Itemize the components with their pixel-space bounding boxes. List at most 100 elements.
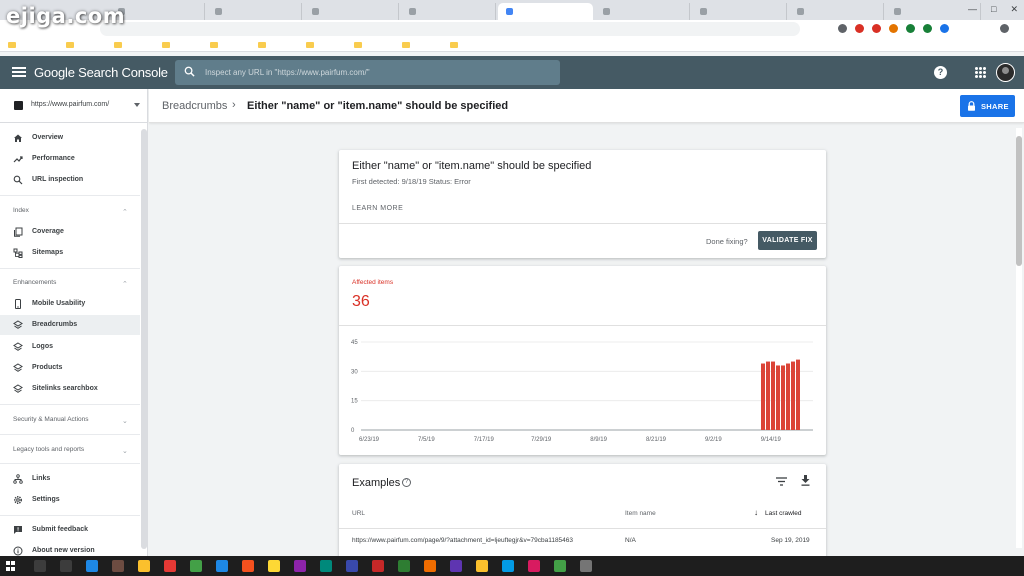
- browser-address-bar[interactable]: [100, 22, 800, 36]
- section-legacy-tools[interactable]: Legacy tools and reports ⌄: [0, 441, 140, 459]
- bookmark-folder[interactable]: [450, 41, 458, 48]
- windows-start-icon[interactable]: [6, 561, 16, 571]
- table-cell-url[interactable]: https://www.pairfum.com/page/9/?attachme…: [352, 537, 573, 544]
- sidebar-item-sitemaps[interactable]: Sitemaps: [0, 243, 140, 263]
- bookmark-folder[interactable]: [402, 41, 410, 48]
- taskbar-app-icon[interactable]: [164, 560, 176, 572]
- browser-tab[interactable]: [304, 3, 399, 20]
- taskbar-app-icon[interactable]: [320, 560, 332, 572]
- column-header-url[interactable]: URL: [352, 510, 365, 517]
- extension-icon[interactable]: [855, 24, 864, 33]
- taskbar-app-icon[interactable]: [190, 560, 202, 572]
- minimize-icon[interactable]: —: [968, 4, 977, 15]
- sidebar-item-links[interactable]: Links: [0, 469, 140, 489]
- section-index[interactable]: Index ⌃: [0, 202, 140, 220]
- extension-icon[interactable]: [940, 24, 949, 33]
- taskbar-app-icon[interactable]: [60, 560, 72, 572]
- extension-icon[interactable]: [872, 24, 881, 33]
- extension-icon[interactable]: [889, 24, 898, 33]
- browser-tab-active[interactable]: [498, 3, 593, 20]
- sidebar-item-overview[interactable]: Overview: [0, 128, 140, 148]
- sidebar-item-coverage[interactable]: Coverage: [0, 222, 140, 242]
- sidebar-item-about-new-version[interactable]: About new version: [0, 541, 140, 556]
- main-scrollbar[interactable]: [1016, 128, 1022, 548]
- learn-more-link[interactable]: LEARN MORE: [352, 205, 403, 212]
- chart-x-tick-label: 9/14/19: [761, 437, 782, 443]
- url-inspection-search[interactable]: [175, 60, 560, 85]
- chart-y-tick-label: 0: [351, 428, 355, 434]
- bookmark-folder[interactable]: [66, 41, 74, 48]
- bookmark-folder[interactable]: [210, 41, 218, 48]
- trending-up-icon: [13, 156, 23, 163]
- taskbar-app-icon[interactable]: [528, 560, 540, 572]
- download-icon[interactable]: [801, 475, 810, 486]
- sidebar-scrollbar[interactable]: [141, 129, 147, 549]
- taskbar-app-icon[interactable]: [242, 560, 254, 572]
- taskbar-app-icon[interactable]: [216, 560, 228, 572]
- browser-tab[interactable]: [595, 3, 690, 20]
- bookmark-folder[interactable]: [114, 41, 122, 48]
- taskbar-app-icon[interactable]: [580, 560, 592, 572]
- os-taskbar: [0, 556, 1024, 576]
- sidebar-item-performance[interactable]: Performance: [0, 149, 140, 169]
- taskbar-app-icon[interactable]: [398, 560, 410, 572]
- sidebar-item-logos[interactable]: Logos: [0, 337, 140, 357]
- browser-tab[interactable]: [789, 3, 884, 20]
- sidebar-item-products[interactable]: Products: [0, 358, 140, 378]
- share-button[interactable]: SHARE: [960, 95, 1015, 117]
- taskbar-app-icon[interactable]: [424, 560, 436, 572]
- url-inspection-input[interactable]: [205, 65, 545, 79]
- sidebar-item-mobile-usability[interactable]: Mobile Usability: [0, 294, 140, 314]
- bookmark-folder[interactable]: [306, 41, 314, 48]
- sidebar-item-settings[interactable]: Settings: [0, 490, 140, 510]
- taskbar-app-icon[interactable]: [34, 560, 46, 572]
- taskbar-app-icon[interactable]: [450, 560, 462, 572]
- browser-tab[interactable]: [207, 3, 302, 20]
- apps-grid-icon[interactable]: [975, 67, 986, 78]
- help-icon[interactable]: ?: [934, 66, 947, 79]
- layers-icon: [13, 342, 23, 351]
- product-logo[interactable]: Google Search Console: [34, 65, 168, 80]
- property-selector[interactable]: https://www.pairfum.com/: [0, 89, 147, 123]
- column-header-last-crawled[interactable]: Last crawled: [765, 510, 802, 517]
- section-security-manual-actions[interactable]: Security & Manual Actions ⌄: [0, 411, 140, 429]
- taskbar-app-icon[interactable]: [268, 560, 280, 572]
- taskbar-app-icon[interactable]: [346, 560, 358, 572]
- sidebar-item-submit-feedback[interactable]: Submit feedback: [0, 520, 140, 540]
- column-header-item-name[interactable]: Item name: [625, 510, 656, 517]
- breadcrumb-parent[interactable]: Breadcrumbs: [162, 100, 227, 112]
- taskbar-app-icon[interactable]: [294, 560, 306, 572]
- close-icon[interactable]: ✕: [1010, 4, 1018, 15]
- browser-tab[interactable]: [886, 3, 981, 20]
- bookmark-folder[interactable]: [354, 41, 362, 48]
- taskbar-app-icon[interactable]: [476, 560, 488, 572]
- avatar[interactable]: [996, 63, 1015, 82]
- taskbar-app-icon[interactable]: [138, 560, 150, 572]
- help-icon[interactable]: ?: [402, 478, 411, 487]
- filter-icon[interactable]: [776, 477, 787, 486]
- app-header: Google Search Console ?: [0, 56, 1024, 89]
- bookmark-folder[interactable]: [162, 41, 170, 48]
- taskbar-app-icon[interactable]: [372, 560, 384, 572]
- browser-tab[interactable]: [692, 3, 787, 20]
- taskbar-app-icon[interactable]: [112, 560, 124, 572]
- extension-icon[interactable]: [838, 24, 847, 33]
- chart-y-tick-label: 30: [351, 369, 358, 375]
- maximize-icon[interactable]: □: [991, 4, 996, 15]
- sidebar-item-sitelinks-searchbox[interactable]: Sitelinks searchbox: [0, 379, 140, 399]
- extension-icon[interactable]: [906, 24, 915, 33]
- browser-tab[interactable]: [401, 3, 496, 20]
- profile-icon[interactable]: [1000, 24, 1009, 33]
- sort-arrow-down-icon[interactable]: ↓: [754, 508, 758, 517]
- section-enhancements[interactable]: Enhancements ⌃: [0, 274, 140, 292]
- menu-icon[interactable]: [12, 65, 26, 79]
- extension-icon[interactable]: [923, 24, 932, 33]
- bookmark-folder[interactable]: [258, 41, 266, 48]
- taskbar-app-icon[interactable]: [502, 560, 514, 572]
- sidebar-item-breadcrumbs[interactable]: Breadcrumbs: [0, 315, 140, 335]
- taskbar-app-icon[interactable]: [554, 560, 566, 572]
- validate-fix-button[interactable]: VALIDATE FIX: [758, 231, 817, 250]
- taskbar-app-icon[interactable]: [86, 560, 98, 572]
- bookmark-folder[interactable]: [8, 41, 16, 48]
- sidebar-item-url-inspection[interactable]: URL inspection: [0, 170, 140, 190]
